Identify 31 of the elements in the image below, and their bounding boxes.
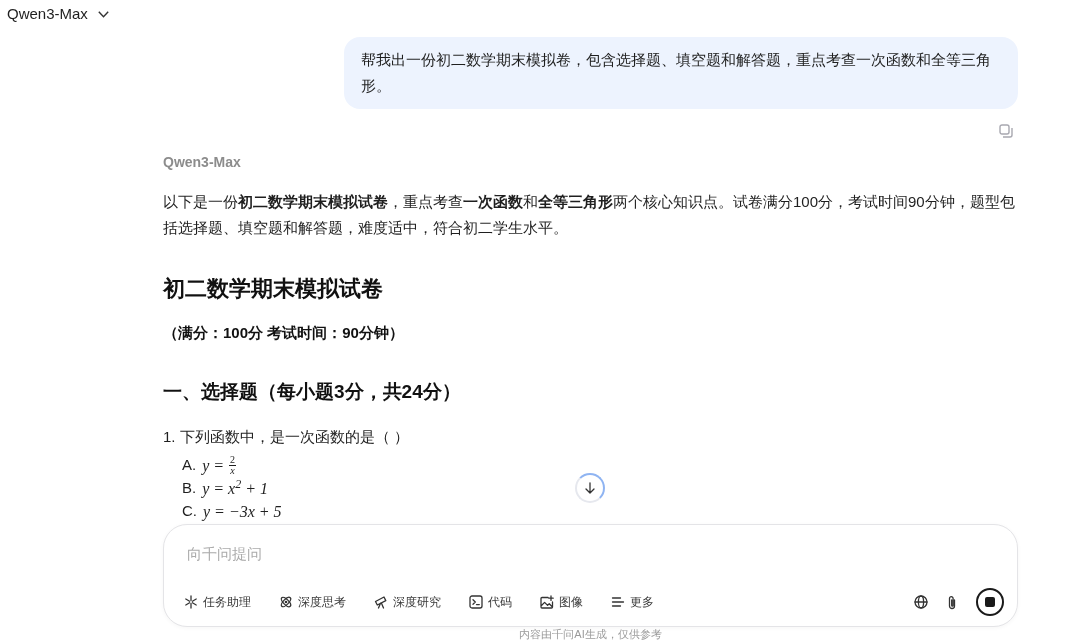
image-plus-icon (540, 595, 554, 609)
tool-button[interactable]: 深度研究 (374, 594, 441, 610)
telescope-icon (374, 595, 388, 609)
exam-title: 初二数学期末模拟试卷 (163, 275, 384, 303)
answer-option: C. y = −3x + 5 (182, 500, 282, 523)
intro-paragraph: 以下是一份初二数学期末模拟试卷，重点考查一次函数和全等三角形两个核心知识点。试卷满分100分，考试时间90分钟，题型包括选择题、填空题和解答题，难度适中，符合初二学生水平。 (163, 192, 1016, 238)
message-input[interactable]: 向千问提问 (187, 543, 967, 565)
model-selector[interactable]: Qwen3-Max (7, 4, 109, 24)
tool-button[interactable]: 图像 (540, 594, 583, 610)
terminal-icon (469, 595, 483, 609)
exam-info: （满分：100分 考试时间：90分钟） (163, 323, 405, 343)
down-arrow-icon (585, 482, 595, 494)
atom-icon (279, 595, 293, 609)
chevron-down-icon (97, 10, 109, 18)
tool-button[interactable]: 更多 (611, 594, 654, 610)
assistant-name: Qwen3-Max (163, 153, 242, 172)
answer-option: B. y = x$^{2}$ + 1 (182, 477, 268, 500)
paperclip-icon[interactable] (947, 594, 957, 610)
lines-icon (611, 595, 625, 609)
scroll-down-button[interactable] (575, 473, 605, 503)
stop-square-icon (985, 597, 995, 607)
globe-icon[interactable] (914, 595, 928, 609)
disclaimer-text: 内容由千问AI生成，仅供参考 (519, 628, 662, 640)
tool-button[interactable]: 深度思考 (279, 594, 346, 610)
question-text: 1. 下列函数中，是一次函数的是（ ） (163, 427, 410, 447)
asterisk-icon (184, 595, 198, 609)
section-heading: 一、选择题（每小题3分，共24分） (163, 380, 462, 404)
tool-button[interactable]: 代码 (469, 594, 512, 610)
tool-button[interactable]: 任务助理 (184, 594, 251, 610)
user-message: 帮我出一份初二数学期末模拟卷，包含选择题、填空题和解答题，重点考查一次函数和全等三角形。 (344, 37, 1018, 109)
stop-button[interactable] (976, 588, 1004, 616)
